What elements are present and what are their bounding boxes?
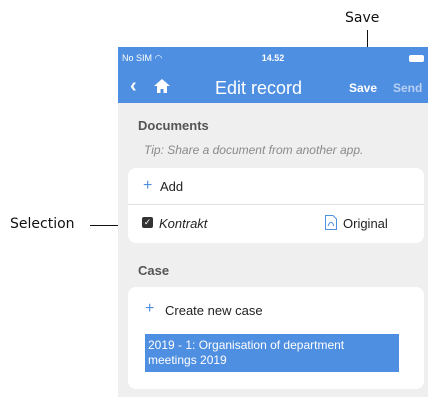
status-time: 14.52	[261, 53, 285, 63]
send-button[interactable]: Send	[393, 81, 422, 95]
document-row-kontrakt[interactable]: ✓ Kontrakt Original	[128, 205, 424, 243]
save-callout-label: Save	[345, 10, 380, 26]
navigation-bar: ‹ Edit record Save Send	[118, 71, 428, 103]
plus-icon: +	[145, 300, 155, 317]
case-heading: Case	[138, 263, 170, 278]
selected-case-item[interactable]: 2019 - 1: Organisation of department mee…	[145, 334, 399, 372]
create-case-row[interactable]: + Create new case	[128, 287, 424, 327]
page-title: Edit record	[215, 78, 303, 98]
documents-tip: Tip: Share a document from another app.	[144, 143, 364, 157]
battery-icon	[409, 55, 424, 62]
pdf-icon	[325, 215, 337, 230]
status-bar: No SIM ◠ 14.52	[118, 47, 428, 71]
back-chevron-icon[interactable]: ‹	[130, 76, 137, 96]
add-document-row[interactable]: + Add	[128, 168, 424, 204]
add-document-label: Add	[160, 179, 184, 194]
phone-screen: No SIM ◠ 14.52 ‹ Edit record Save Send D…	[118, 47, 428, 397]
documents-card: + Add ✓ Kontrakt Original	[128, 168, 424, 243]
selection-callout-label: Selection	[10, 216, 75, 232]
document-name: Kontrakt	[159, 216, 208, 231]
case-card: + Create new case 2019 - 1: Organisation…	[128, 287, 424, 389]
original-link[interactable]: Original	[343, 216, 388, 231]
create-case-label: Create new case	[165, 303, 263, 318]
checkbox-checked-icon[interactable]: ✓	[142, 217, 153, 228]
save-button[interactable]: Save	[349, 81, 377, 95]
documents-heading: Documents	[138, 118, 209, 133]
home-icon[interactable]	[154, 79, 170, 93]
plus-icon: +	[143, 177, 153, 194]
